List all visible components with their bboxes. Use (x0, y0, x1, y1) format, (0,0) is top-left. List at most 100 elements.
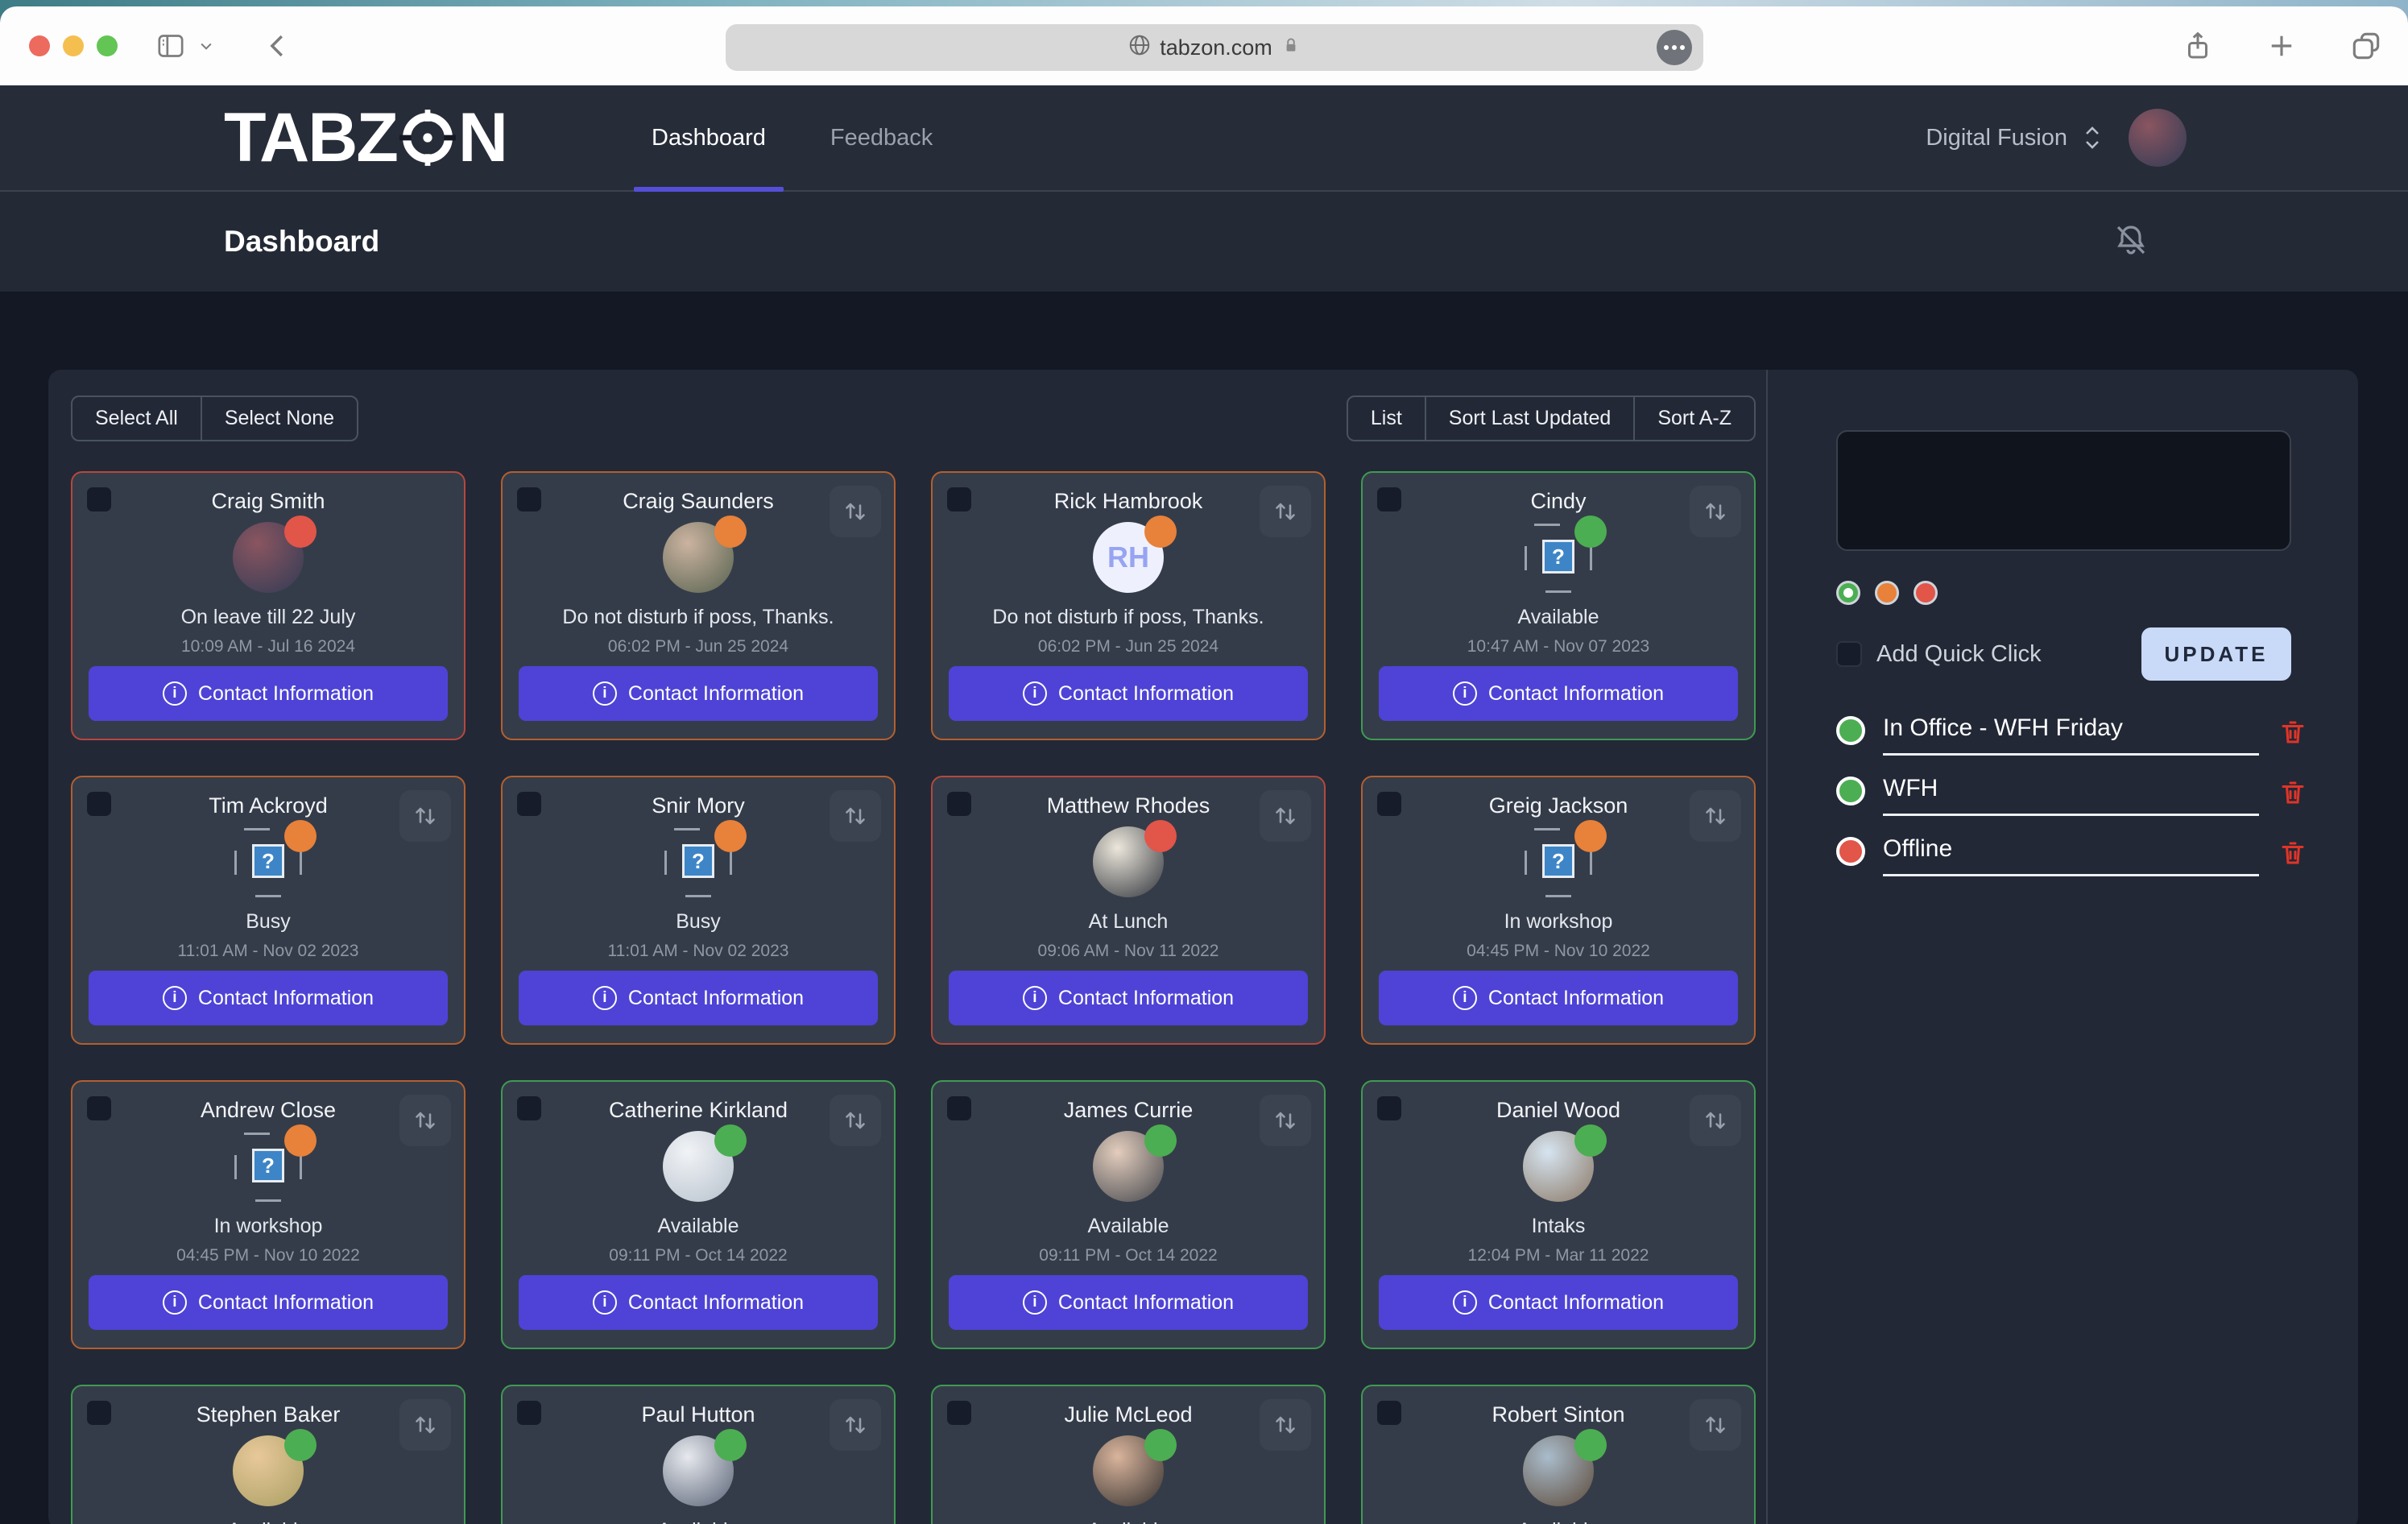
contact-information-button[interactable]: i Contact Information (949, 971, 1308, 1025)
sort-arrows-icon[interactable] (399, 1095, 451, 1146)
member-card: Greig Jackson ? In workshop 04:45 PM - N… (1361, 776, 1756, 1045)
sort-arrows-icon[interactable] (1690, 1095, 1741, 1146)
sort-arrows-icon[interactable] (1690, 486, 1741, 537)
sort-arrows-icon[interactable] (1260, 1095, 1311, 1146)
status-color-radios (1836, 581, 2307, 605)
member-checkbox[interactable] (1377, 1401, 1401, 1425)
sort-arrows-icon[interactable] (830, 486, 881, 537)
sort-arrows-icon[interactable] (399, 1399, 451, 1451)
address-bar[interactable]: tabzon.com (726, 24, 1703, 71)
member-checkbox[interactable] (517, 792, 541, 816)
quick-click-label-field[interactable]: WFH (1883, 775, 2259, 816)
member-checkbox[interactable] (947, 792, 971, 816)
status-dot (714, 1429, 747, 1461)
select-none-button[interactable]: Select None (202, 397, 357, 440)
member-status: Do not disturb if poss, Thanks. (933, 606, 1324, 629)
contact-button-label: Contact Information (1058, 987, 1234, 1010)
new-tab-icon[interactable] (2265, 29, 2298, 63)
member-checkbox[interactable] (87, 1096, 111, 1120)
member-checkbox[interactable] (947, 487, 971, 511)
member-timestamp: 04:45 PM - Nov 10 2022 (72, 1246, 464, 1265)
sort-arrows-icon[interactable] (830, 1399, 881, 1451)
contact-information-button[interactable]: i Contact Information (1379, 666, 1738, 721)
contact-information-button[interactable]: i Contact Information (89, 1275, 448, 1330)
member-checkbox[interactable] (517, 487, 541, 511)
add-quick-click-checkbox[interactable] (1836, 641, 1862, 667)
list-view-button[interactable]: List (1348, 397, 1426, 440)
member-cards-grid: Craig Smith On leave till 22 July 10:09 … (71, 471, 1756, 1524)
sidebar-chevron-icon[interactable] (198, 38, 214, 54)
info-icon: i (593, 986, 617, 1010)
member-card: Tim Ackroyd ? Busy 11:01 AM - Nov 02 202… (71, 776, 465, 1045)
notifications-muted-bell-icon[interactable] (2112, 221, 2150, 263)
sort-arrows-icon[interactable] (1260, 790, 1311, 842)
delete-quick-click-icon[interactable] (2278, 839, 2307, 872)
status-color-radio-red[interactable] (1914, 581, 1938, 605)
delete-quick-click-icon[interactable] (2278, 778, 2307, 811)
sort-arrows-icon[interactable] (1260, 1399, 1311, 1451)
member-card: Matthew Rhodes At Lunch 09:06 AM - Nov 1… (931, 776, 1326, 1045)
member-timestamp: 11:01 AM - Nov 02 2023 (72, 942, 464, 961)
contact-information-button[interactable]: i Contact Information (1379, 1275, 1738, 1330)
status-input[interactable] (1836, 430, 2291, 551)
zoom-window-button[interactable] (97, 35, 118, 56)
tab-feedback[interactable]: Feedback (798, 85, 965, 190)
member-checkbox[interactable] (87, 792, 111, 816)
status-color-radio-orange[interactable] (1875, 581, 1899, 605)
sort-arrows-icon[interactable] (830, 1095, 881, 1146)
contact-information-button[interactable]: i Contact Information (949, 666, 1308, 721)
share-icon[interactable] (2181, 29, 2215, 63)
contact-information-button[interactable]: i Contact Information (89, 971, 448, 1025)
member-checkbox[interactable] (1377, 792, 1401, 816)
team-selector[interactable]: Digital Fusion (1926, 124, 2101, 151)
page-title: Dashboard (224, 225, 379, 259)
member-status: Busy (503, 910, 894, 934)
member-status: Available (1363, 1519, 1754, 1524)
member-checkbox[interactable] (87, 487, 111, 511)
page-settings-icon[interactable] (1657, 30, 1692, 65)
info-icon: i (1453, 1290, 1477, 1315)
member-checkbox[interactable] (947, 1096, 971, 1120)
tab-overview-icon[interactable] (2348, 28, 2384, 64)
quick-click-label-field[interactable]: Offline (1883, 835, 2259, 876)
sort-arrows-icon[interactable] (830, 790, 881, 842)
member-checkbox[interactable] (1377, 487, 1401, 511)
quick-click-color-dot (1836, 716, 1865, 745)
status-dot (1144, 1429, 1177, 1461)
contact-information-button[interactable]: i Contact Information (519, 971, 878, 1025)
contact-information-button[interactable]: i Contact Information (519, 666, 878, 721)
view-sort-button-group: List Sort Last Updated Sort A-Z (1347, 395, 1756, 441)
member-checkbox[interactable] (517, 1096, 541, 1120)
sort-a-z-button[interactable]: Sort A-Z (1635, 397, 1754, 440)
delete-quick-click-icon[interactable] (2278, 718, 2307, 751)
member-card: Andrew Close ? In workshop 04:45 PM - No… (71, 1080, 465, 1349)
sort-last-updated-button[interactable]: Sort Last Updated (1426, 397, 1636, 440)
sort-arrows-icon[interactable] (399, 790, 451, 842)
tab-dashboard[interactable]: Dashboard (619, 85, 798, 190)
contact-information-button[interactable]: i Contact Information (519, 1275, 878, 1330)
minimize-window-button[interactable] (63, 35, 84, 56)
back-button-icon[interactable] (263, 31, 293, 61)
status-color-radio-green[interactable] (1836, 581, 1860, 605)
member-checkbox[interactable] (87, 1401, 111, 1425)
member-checkbox[interactable] (1377, 1096, 1401, 1120)
member-card: Stephen Baker Available i Contact Inform… (71, 1385, 465, 1524)
contact-information-button[interactable]: i Contact Information (89, 666, 448, 721)
sort-arrows-icon[interactable] (1260, 486, 1311, 537)
contact-information-button[interactable]: i Contact Information (949, 1275, 1308, 1330)
select-all-button[interactable]: Select All (72, 397, 202, 440)
update-button[interactable]: UPDATE (2141, 627, 2291, 681)
close-window-button[interactable] (29, 35, 50, 56)
quick-click-label-field[interactable]: In Office - WFH Friday (1883, 714, 2259, 756)
contact-button-label: Contact Information (1058, 682, 1234, 706)
sort-arrows-icon[interactable] (1690, 1399, 1741, 1451)
member-card: Craig Saunders Do not disturb if poss, T… (501, 471, 896, 740)
info-icon: i (1453, 681, 1477, 706)
contact-information-button[interactable]: i Contact Information (1379, 971, 1738, 1025)
user-avatar[interactable] (2129, 109, 2187, 167)
sidebar-toggle-icon[interactable] (155, 30, 187, 62)
member-checkbox[interactable] (947, 1401, 971, 1425)
member-timestamp: 11:01 AM - Nov 02 2023 (503, 942, 894, 961)
sort-arrows-icon[interactable] (1690, 790, 1741, 842)
member-checkbox[interactable] (517, 1401, 541, 1425)
